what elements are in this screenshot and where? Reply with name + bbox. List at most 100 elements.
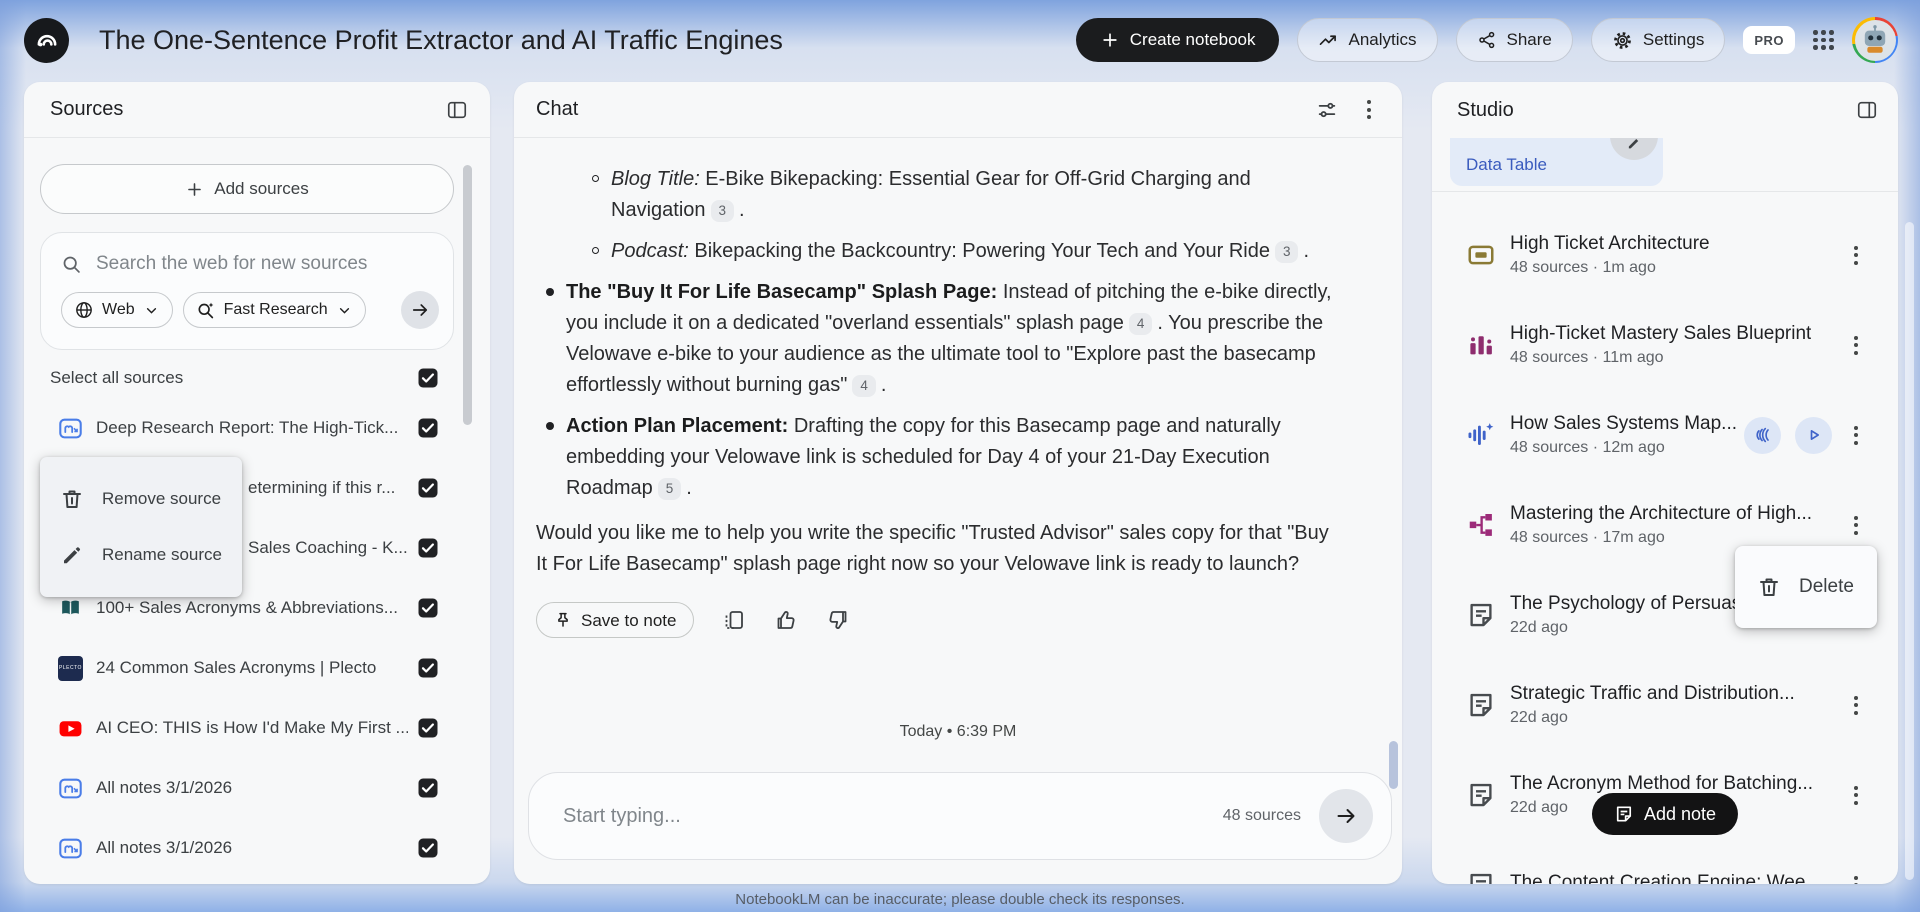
sources-panel: Sources Add sources Search the web for n… (24, 82, 490, 884)
share-button[interactable]: Share (1455, 18, 1573, 62)
settings-button[interactable]: Settings (1590, 18, 1726, 62)
chat-scrollbar[interactable] (1389, 741, 1398, 789)
item-more-options-icon[interactable] (1846, 688, 1866, 723)
chat-paragraph: Would you like me to help you write the … (536, 522, 1329, 575)
tune-settings-icon[interactable] (1310, 93, 1344, 127)
bullet-marker (546, 288, 554, 296)
studio-panel-title: Studio (1457, 98, 1514, 121)
pencil-icon (60, 543, 84, 567)
page-scrollbar[interactable] (1905, 222, 1914, 880)
source-title: Sales Coaching - K... (248, 538, 408, 557)
studio-item-meta: 48 sources · 17m ago (1510, 529, 1665, 546)
citation-chip[interactable]: 3 (1274, 240, 1299, 263)
flashcards-icon (1466, 240, 1496, 270)
source-row[interactable]: PLECTO 24 Common Sales Acronyms | Plecto (24, 638, 490, 698)
delete-menu-item[interactable]: Delete (1735, 559, 1872, 615)
chat-header: Chat (514, 82, 1402, 138)
item-more-options-icon[interactable] (1846, 418, 1866, 453)
collapse-panel-icon[interactable] (440, 93, 474, 127)
more-options-icon[interactable] (1352, 93, 1386, 127)
globe-icon (74, 300, 94, 320)
source-context-menu: Remove source Rename source (40, 457, 242, 597)
chat-response: Blog Title: E-Bike Bikepacking: Essentia… (514, 138, 1402, 638)
rename-source-menu-item[interactable]: Rename source (40, 527, 242, 583)
studio-item-title: High Ticket Architecture (1510, 233, 1710, 254)
source-checkbox[interactable] (418, 658, 438, 678)
citation-chip[interactable]: 5 (657, 477, 682, 500)
select-all-checkbox[interactable] (418, 368, 438, 388)
citation-chip[interactable]: 3 (710, 199, 735, 222)
source-checkbox[interactable] (418, 598, 438, 618)
research-mode-dropdown[interactable]: Fast Research (182, 292, 366, 328)
source-checkbox[interactable] (418, 418, 438, 438)
studio-item[interactable]: Strategic Traffic and Distribution... 22… (1432, 660, 1898, 750)
source-checkbox[interactable] (418, 778, 438, 798)
search-submit-button[interactable] (401, 291, 439, 329)
source-row[interactable]: All notes 3/1/2026 (24, 818, 490, 878)
search-placeholder: Search the web for new sources (96, 253, 368, 274)
item-more-options-icon[interactable] (1846, 238, 1866, 273)
notebooklm-logo-icon[interactable] (24, 17, 69, 63)
chat-sub-bullet: Blog Title: E-Bike Bikepacking: Essentia… (536, 164, 1332, 226)
studio-item-meta: 48 sources · 11m ago (1510, 349, 1664, 366)
studio-item[interactable]: High Ticket Architecture 48 sources · 1m… (1432, 210, 1898, 300)
source-title: 24 Common Sales Acronyms | Plecto (96, 658, 377, 677)
search-input[interactable]: Search the web for new sources (61, 253, 439, 275)
studio-item-title: Strategic Traffic and Distribution... (1510, 683, 1795, 704)
trash-icon (60, 487, 84, 511)
account-avatar[interactable] (1852, 17, 1898, 63)
studio-item[interactable]: High-Ticket Mastery Sales Blueprint 48 s… (1432, 300, 1898, 390)
item-more-options-icon[interactable] (1846, 778, 1866, 813)
item-more-options-icon[interactable] (1846, 328, 1866, 363)
citation-chip[interactable]: 4 (852, 374, 876, 397)
note-icon (1466, 600, 1496, 630)
add-note-button[interactable]: Add note (1591, 793, 1739, 835)
save-to-note-button[interactable]: Save to note (536, 602, 695, 638)
google-apps-grid-icon[interactable] (1813, 30, 1834, 50)
thumbs-down-icon[interactable] (826, 608, 850, 632)
sources-panel-title: Sources (50, 98, 124, 120)
send-button[interactable] (1319, 789, 1373, 843)
studio-item[interactable]: How Sales Systems Map... 48 sources · 12… (1432, 390, 1898, 480)
bar-chart-icon (1466, 330, 1496, 360)
search-icon (61, 254, 82, 275)
arrow-right-icon (1334, 804, 1358, 828)
studio-item[interactable]: The Content Creation Engine: Wee... (1432, 840, 1898, 884)
add-sources-button[interactable]: Add sources (40, 164, 454, 214)
source-checkbox[interactable] (418, 838, 438, 858)
search-filters: Web Fast Research (61, 291, 439, 329)
source-checkbox[interactable] (418, 718, 438, 738)
chevron-down-icon (336, 302, 353, 319)
play-button[interactable] (1795, 416, 1832, 454)
studio-item-meta: 22d ago (1510, 709, 1568, 726)
analytics-button[interactable]: Analytics (1297, 18, 1438, 62)
plus-icon (1100, 30, 1120, 50)
source-checkbox[interactable] (418, 478, 438, 498)
studio-create-peek: Data Table (1432, 138, 1898, 192)
fast-research-icon (196, 300, 216, 320)
source-checkbox[interactable] (418, 538, 438, 558)
copy-icon[interactable] (722, 608, 746, 632)
source-row[interactable]: AI CEO: THIS is How I'd Make My First ..… (24, 698, 490, 758)
collapse-panel-icon[interactable] (1850, 93, 1884, 127)
source-row[interactable]: All notes 3/1/2026 (24, 758, 490, 818)
studio-panel: Studio Data Table High Ticket Architectu… (1432, 82, 1898, 884)
hollow-bullet-marker (592, 175, 599, 182)
sources-scrollbar[interactable] (463, 165, 472, 425)
item-more-options-icon[interactable] (1846, 868, 1866, 884)
studio-item-title: The Psychology of Persuasi (1510, 593, 1746, 614)
plus-icon (185, 180, 204, 199)
remove-source-menu-item[interactable]: Remove source (40, 471, 242, 527)
top-header: The One-Sentence Profit Extractor and AI… (0, 0, 1920, 80)
chat-input[interactable]: Start typing... 48 sources (528, 772, 1392, 860)
source-row[interactable]: Deep Research Report: The High-Tick... (24, 398, 490, 458)
interactive-mode-button[interactable] (1744, 416, 1781, 454)
thumbs-up-icon[interactable] (774, 608, 798, 632)
create-notebook-button[interactable]: Create notebook (1075, 18, 1280, 62)
item-more-options-icon[interactable] (1846, 508, 1866, 543)
studio-item-meta: 48 sources · 1m ago (1510, 259, 1656, 276)
avatar-robot-image (1854, 19, 1896, 61)
web-filter-dropdown[interactable]: Web (61, 292, 173, 328)
citation-chip[interactable]: 4 (1128, 312, 1153, 335)
notebook-title[interactable]: The One-Sentence Profit Extractor and AI… (99, 25, 783, 56)
